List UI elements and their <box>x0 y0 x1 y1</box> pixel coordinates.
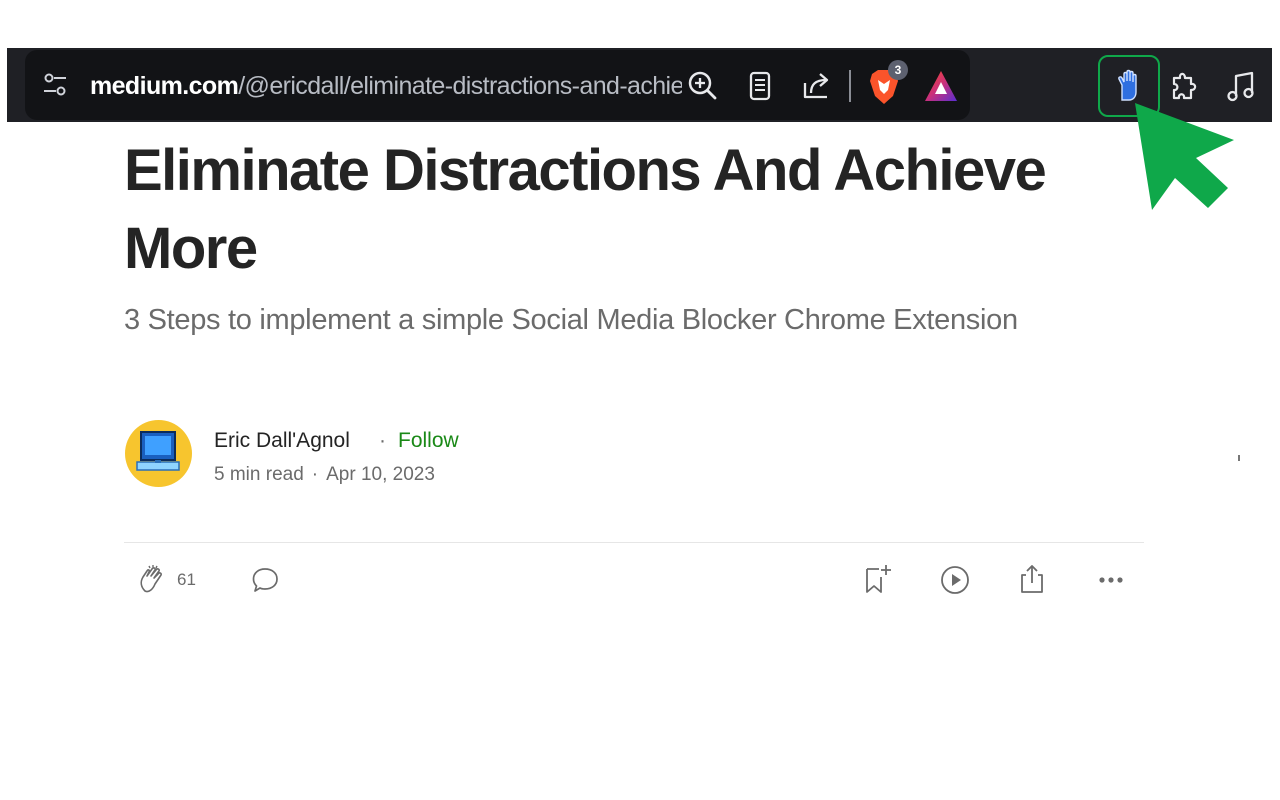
article-subtitle: 3 Steps to implement a simple Social Med… <box>124 304 1018 336</box>
comment-icon[interactable] <box>250 564 282 596</box>
social-blocker-extension-icon[interactable] <box>1113 68 1147 104</box>
url-text[interactable]: medium.com/@ericdall/eliminate-distracti… <box>90 68 682 104</box>
article-title: Eliminate Distractions And Achieve More <box>124 138 1047 281</box>
clap-count: 61 <box>177 570 196 589</box>
author-name[interactable]: Eric Dall'Agnol <box>214 428 350 454</box>
reader-mode-icon[interactable] <box>743 69 777 103</box>
article-meta: 5 min read · Apr 10, 2023 <box>214 463 435 487</box>
share-icon[interactable] <box>800 69 834 103</box>
author-avatar[interactable] <box>125 420 192 487</box>
read-time: 5 min read <box>214 464 304 485</box>
listen-play-icon[interactable] <box>939 564 971 596</box>
puzzle-icon[interactable] <box>1168 68 1202 104</box>
follow-button[interactable]: Follow <box>398 428 459 454</box>
toolbar-separator <box>849 70 851 102</box>
share-article-icon[interactable] <box>1016 562 1048 594</box>
brave-rewards-icon[interactable] <box>923 68 959 104</box>
url-domain: medium.com <box>90 72 239 100</box>
clap-icon[interactable] <box>137 564 169 596</box>
scroll-marker <box>1238 455 1240 461</box>
publish-date: Apr 10, 2023 <box>326 464 435 485</box>
tune-icon[interactable] <box>42 72 68 98</box>
bookmark-add-icon[interactable] <box>862 563 894 595</box>
zoom-in-icon[interactable] <box>686 69 720 103</box>
url-path: /@ericdall/eliminate-distractions-and-ac… <box>238 72 682 100</box>
action-bar-divider <box>124 542 1144 543</box>
meta-separator: · <box>379 429 386 452</box>
more-options-icon[interactable] <box>1095 564 1127 596</box>
music-note-icon[interactable] <box>1225 68 1259 104</box>
shields-count-badge: 3 <box>888 60 908 80</box>
meta-separator: · <box>311 464 319 485</box>
